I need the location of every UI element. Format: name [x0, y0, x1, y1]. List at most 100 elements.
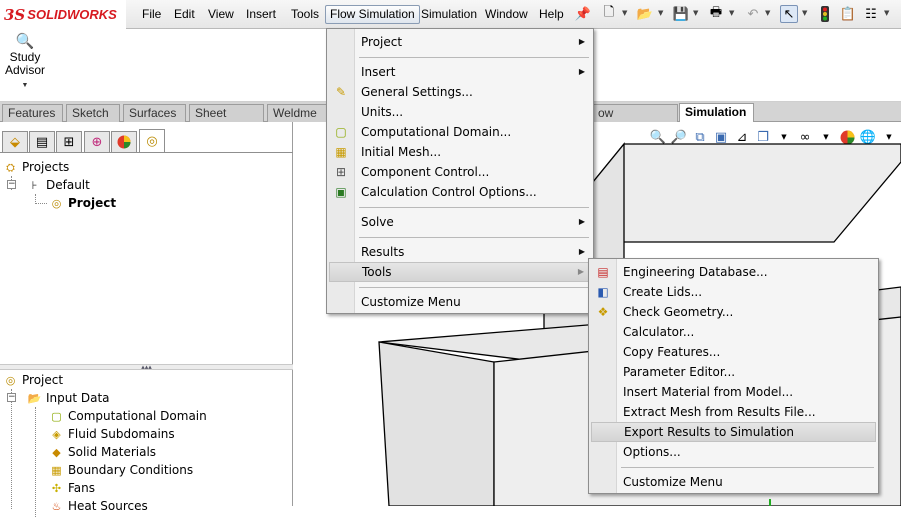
menu-item-label: Copy Features...	[623, 345, 721, 359]
menu-flow-simulation[interactable]: Flow Simulation	[325, 5, 420, 24]
open-dropdown-icon[interactable]: ▼	[658, 9, 663, 17]
menu-edit[interactable]: Edit	[170, 5, 199, 24]
undo-dropdown-icon[interactable]: ▼	[765, 9, 770, 17]
menu-item-label: Units...	[361, 105, 404, 119]
menu-item-label: Results	[361, 245, 405, 259]
tab-surfaces[interactable]: Surfaces	[123, 104, 186, 122]
options-icon[interactable]: ☷	[862, 5, 880, 23]
menu-item-insert-material-from-model[interactable]: Insert Material from Model...	[591, 382, 876, 402]
menu-tools[interactable]: Tools	[287, 5, 323, 24]
tree-item-default[interactable]: ⊦ Default	[26, 176, 90, 194]
tab-simulation[interactable]: Simulation	[679, 103, 754, 122]
menu-item-label: Extract Mesh from Results File...	[623, 405, 816, 419]
menu-simulation[interactable]: Simulation	[417, 5, 481, 24]
tab-sketch[interactable]: Sketch	[66, 104, 120, 122]
tree-item-fans[interactable]: ✣ Fans	[48, 479, 95, 497]
tree-item-input-data[interactable]: 📂 Input Data	[26, 389, 110, 407]
flow-simulation-tab-icon[interactable]: ◎	[139, 129, 165, 153]
study-advisor-label-1: Study	[9, 50, 41, 64]
rebuild-traffic-light-icon[interactable]	[816, 5, 834, 23]
tree-item-label: Project	[22, 373, 64, 387]
menu-item-results[interactable]: Results ▶	[329, 242, 591, 262]
panel-tabs-divider	[0, 152, 293, 153]
menu-insert[interactable]: Insert	[242, 5, 280, 24]
select-pointer-icon[interactable]: ↖	[780, 5, 798, 23]
menu-item-tools[interactable]: Tools ▶	[329, 262, 591, 282]
input-data-folder-icon: 📂	[27, 391, 42, 405]
boundary-conditions-icon: ▦	[51, 463, 62, 477]
open-folder-icon[interactable]: 📂	[636, 5, 654, 23]
menu-item-units[interactable]: Units...	[329, 102, 591, 122]
dimxpert-tab-icon[interactable]: ⊕	[84, 131, 110, 153]
new-document-icon[interactable]: 🗋	[600, 5, 618, 23]
tree-item-label: Default	[46, 178, 90, 192]
tree-item-label: Boundary Conditions	[68, 463, 194, 477]
menu-window[interactable]: Window	[481, 5, 532, 24]
menu-item-label: Customize Menu	[623, 475, 723, 489]
menu-item-component-control[interactable]: ⊞ Component Control...	[329, 162, 591, 182]
undo-icon[interactable]: ↶	[744, 5, 762, 23]
tree-item-fluid-subdomains[interactable]: ◈ Fluid Subdomains	[48, 425, 175, 443]
menu-item-label: Project	[361, 35, 403, 49]
tree-item-projects[interactable]: ⛭ Projects	[2, 158, 69, 176]
menu-item-project[interactable]: Project ▶	[329, 32, 591, 52]
menu-item-customize-menu[interactable]: Customize Menu	[329, 292, 591, 312]
tree-item-project[interactable]: ◎ Project	[48, 194, 116, 212]
menu-file[interactable]: File	[138, 5, 165, 24]
tab-weldments[interactable]: Weldme	[267, 104, 329, 122]
display-manager-tab-icon[interactable]	[111, 131, 137, 153]
file-properties-icon[interactable]: 📋	[839, 5, 857, 23]
menu-item-initial-mesh[interactable]: ▦ Initial Mesh...	[329, 142, 591, 162]
menu-item-general-settings[interactable]: ✎ General Settings...	[329, 82, 591, 102]
submenu-arrow-icon: ▶	[577, 267, 584, 276]
menu-item-solve[interactable]: Solve ▶	[329, 212, 591, 232]
print-icon[interactable]: 🖶	[707, 5, 725, 23]
tree-item-computational-domain[interactable]: ▢ Computational Domain	[48, 407, 207, 425]
collapse-icon[interactable]: −	[7, 393, 16, 402]
tools-submenu: ▤ Engineering Database... ◧ Create Lids.…	[588, 258, 879, 494]
menu-item-calculation-control-options[interactable]: ▣ Calculation Control Options...	[329, 182, 591, 202]
tree-item-heat-sources[interactable]: ♨ Heat Sources	[48, 497, 148, 515]
save-dropdown-icon[interactable]: ▼	[693, 9, 698, 17]
menu-item-insert[interactable]: Insert ▶	[329, 62, 591, 82]
print-dropdown-icon[interactable]: ▼	[729, 9, 734, 17]
tree-item-label: Fluid Subdomains	[68, 427, 175, 441]
property-manager-tab-icon[interactable]: ▤	[29, 131, 55, 153]
general-settings-icon: ✎	[335, 85, 347, 99]
tree-item-label: Solid Materials	[68, 445, 157, 459]
menu-item-export-results-to-simulation[interactable]: Export Results to Simulation	[591, 422, 876, 442]
menu-item-calculator[interactable]: Calculator...	[591, 322, 876, 342]
tree-item-label: Computational Domain	[68, 409, 207, 423]
menu-item-check-geometry[interactable]: ❖ Check Geometry...	[591, 302, 876, 322]
menu-item-engineering-database[interactable]: ▤ Engineering Database...	[591, 262, 876, 282]
menu-view[interactable]: View	[204, 5, 238, 24]
options-dropdown-icon[interactable]: ▼	[884, 9, 889, 17]
tab-flow-simulation[interactable]: ow Simulation	[592, 104, 678, 136]
study-advisor-button[interactable]: 🔍 Study Advisor ▼	[4, 34, 46, 92]
check-geometry-icon: ❖	[597, 305, 609, 319]
menu-separator	[359, 287, 589, 288]
panel-splitter[interactable]: ▴▴▴	[0, 364, 293, 371]
menu-help[interactable]: Help	[535, 5, 568, 24]
tab-features[interactable]: Features	[2, 104, 63, 122]
menu-item-extract-mesh[interactable]: Extract Mesh from Results File...	[591, 402, 876, 422]
new-dropdown-icon[interactable]: ▼	[622, 9, 627, 17]
feature-manager-tab-icon[interactable]: ⬙	[2, 131, 28, 153]
tree-item-solid-materials[interactable]: ◆ Solid Materials	[48, 443, 156, 461]
study-advisor-dropdown-icon[interactable]: ▼	[4, 79, 46, 92]
configuration-manager-tab-icon[interactable]: ⊞	[56, 131, 82, 153]
tree-item-project-root[interactable]: ◎ Project	[2, 371, 63, 389]
menu-item-options[interactable]: Options...	[591, 442, 876, 462]
menu-item-customize-menu[interactable]: Customize Menu	[591, 472, 876, 492]
menu-item-computational-domain[interactable]: ▢ Computational Domain...	[329, 122, 591, 142]
menu-item-create-lids[interactable]: ◧ Create Lids...	[591, 282, 876, 302]
pin-icon[interactable]: 📌	[574, 5, 592, 23]
tree-item-boundary-conditions[interactable]: ▦ Boundary Conditions	[48, 461, 193, 479]
menu-item-parameter-editor[interactable]: Parameter Editor...	[591, 362, 876, 382]
tab-sheet-metal[interactable]: Sheet Metal	[189, 104, 264, 136]
select-dropdown-icon[interactable]: ▼	[802, 9, 807, 17]
solidworks-logo[interactable]: 3S SOLIDWORKS	[0, 0, 126, 29]
collapse-icon[interactable]: −	[7, 180, 16, 189]
menu-item-copy-features[interactable]: Copy Features...	[591, 342, 876, 362]
save-icon[interactable]: 💾	[672, 5, 690, 23]
